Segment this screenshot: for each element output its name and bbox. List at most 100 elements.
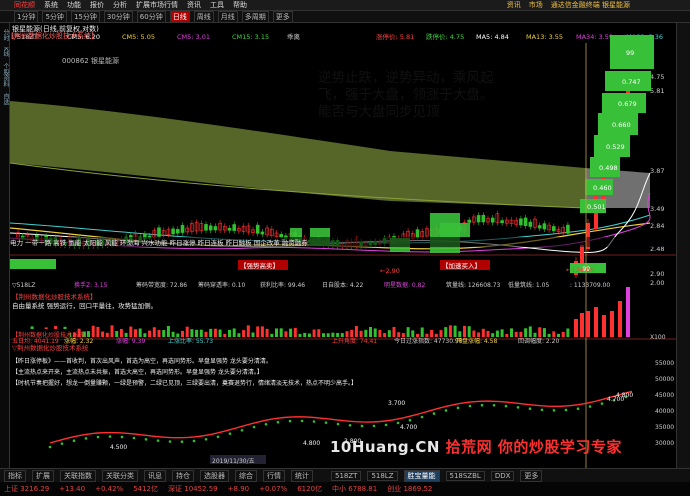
sidebar-label-custom[interactable]: 自选 — [1, 93, 10, 105]
sidebar-label-kline[interactable]: K线 — [1, 47, 10, 57]
vol-bar — [181, 330, 184, 337]
vol-bar — [533, 332, 537, 337]
vol-header-4: 获利比率: 99.46 — [260, 281, 305, 289]
bottom-tab-1[interactable]: 扩展 — [32, 469, 54, 482]
vol-bar — [162, 330, 166, 337]
lower-right-2: 开盘涨幅: 4.58 — [456, 337, 497, 345]
indicator-tab-3[interactable]: 518SZBL — [445, 470, 485, 481]
ticker-item-2: +0.42% — [95, 485, 124, 493]
lower-dot-22 — [180, 440, 184, 444]
vol-bar — [500, 329, 504, 337]
chart-overlay-title: 【荆州数据化炒股技术系统】 — [7, 32, 98, 40]
value-box-label-3: 0.660 — [612, 121, 631, 129]
lower-dot-36 — [264, 422, 268, 426]
menu-item-0[interactable]: 系统 — [44, 0, 58, 10]
vol-bar — [458, 331, 462, 337]
menu-right-item-0[interactable]: 资讯 — [507, 1, 521, 9]
menu-item-7[interactable]: 帮助 — [233, 0, 247, 10]
period-tab-8[interactable]: 多周期 — [241, 10, 269, 23]
lower-dot-0 — [48, 445, 52, 449]
value-box-label-0: 99 — [626, 49, 634, 57]
ticker-item-6: +0.07% — [259, 485, 288, 493]
menu-right-item-2[interactable]: 通达信金融终端 银星能源 — [551, 1, 630, 9]
vol-bar — [434, 333, 438, 337]
lower-left-3: 上涨比率: 55.73 — [168, 337, 213, 345]
indicator-tab-5[interactable]: 更多 — [520, 469, 543, 482]
period-tab-4[interactable]: 60分钟 — [136, 10, 166, 23]
lower-scale-5: 30000 — [655, 440, 674, 447]
vol-bar — [115, 330, 119, 337]
menu-right-item-1[interactable]: 市场 — [529, 1, 543, 9]
bottom-tab-4[interactable]: 讯息 — [144, 469, 166, 482]
indicator-tab-1[interactable]: 518LZ — [367, 470, 398, 481]
right-scroll-panel[interactable] — [676, 23, 690, 468]
candle-body — [490, 217, 495, 223]
vol-bar — [373, 328, 377, 337]
vol-header-0: ▽518LZ — [12, 282, 36, 289]
ticker-item-4: 深证 10452.59 — [168, 485, 218, 493]
menu-item-2[interactable]: 报价 — [90, 0, 104, 10]
vol-bar — [228, 329, 231, 337]
period-tab-5[interactable]: 日线 — [169, 10, 190, 23]
vol-rally-7 — [626, 287, 630, 337]
tag-accelerate-buy: 【加速买入】 — [442, 261, 481, 270]
vol-bar — [148, 330, 152, 337]
vol-bar — [463, 325, 466, 337]
lower-dot-64 — [432, 412, 436, 415]
period-tab-2[interactable]: 15分钟 — [70, 10, 100, 23]
vol-bar — [242, 330, 246, 337]
menu-item-5[interactable]: 资讯 — [187, 0, 201, 10]
bottom-tab-2[interactable]: 关联指数 — [60, 469, 96, 482]
candle-body — [500, 220, 504, 224]
menu-item-1[interactable]: 功能 — [67, 0, 81, 10]
ticker-item-0: 上证 3216.29 — [4, 485, 50, 493]
indicator-tab-0[interactable]: 518ZT — [331, 470, 362, 481]
vol-bar — [416, 333, 419, 337]
indicator-tab-2[interactable]: 胜宝量能 — [403, 469, 440, 482]
indicator-tab-bar: 指标 扩展 关联指数 关联分类 讯息 持仓 选股器 综合 行情 统计 518ZT 518LZ 胜宝量能 5… — [0, 468, 690, 482]
indicator-tab-4[interactable]: DDX — [490, 470, 515, 481]
vol-bar — [171, 331, 175, 337]
period-tab-9[interactable]: 更多 — [272, 10, 293, 23]
vol-bar — [467, 326, 471, 337]
theme-banner: 电力 一带一路 高铁 氢能 太阳能 风能 环渤海 兴水功能 昨日涨停 昨日连板 … — [10, 238, 308, 247]
sidebar-label-info[interactable]: 个股资料 — [1, 63, 10, 87]
vol-bar — [401, 333, 405, 337]
tag-strong-sell: 【强势高卖】 — [240, 261, 279, 270]
period-tab-7[interactable]: 月线 — [217, 10, 238, 23]
price-tick-2: 3.87 — [650, 167, 664, 175]
candle-body — [415, 229, 420, 239]
period-tab-0[interactable]: 1分钟 — [14, 10, 39, 23]
bottom-tab-3[interactable]: 关联分类 — [102, 469, 138, 482]
bottom-tab-0[interactable]: 指标 — [4, 469, 26, 482]
menu-item-3[interactable]: 分析 — [113, 0, 127, 10]
bottom-tab-8[interactable]: 行情 — [263, 469, 285, 482]
ticker-item-5: +8.90 — [227, 485, 250, 493]
lower-dot-24 — [192, 439, 196, 443]
period-tab-6[interactable]: 周线 — [193, 10, 214, 23]
ma-right-item-0: 涨停价: 5.81 — [376, 32, 414, 41]
vol-header-8: 低量筑线: 1.05 — [508, 281, 549, 289]
ma-right-item-1: 跌停价: 4.75 — [426, 32, 464, 41]
vol-bar — [557, 333, 560, 337]
vol-bar — [514, 331, 518, 337]
vol-bar — [519, 331, 523, 337]
period-tab-3[interactable]: 30分钟 — [103, 10, 133, 23]
lower-dot-54 — [372, 424, 376, 428]
menu-item-4[interactable]: 扩展市场行情 — [136, 0, 178, 10]
candle-body — [551, 226, 556, 232]
vol-bar — [430, 330, 434, 337]
vol-bar — [481, 328, 485, 337]
left-sidebar[interactable]: 分时 K线 个股资料 自选 — [0, 23, 10, 468]
bottom-tab-5[interactable]: 持仓 — [172, 469, 194, 482]
menu-item-6[interactable]: 工具 — [210, 0, 224, 10]
lower-note-2: 【时机节奏把握好，想龙一倒量赚颗，一绿是预警，二绿已见顶，三绿要出清，奠赛退势行… — [12, 379, 357, 387]
period-tab-1[interactable]: 5分钟 — [42, 10, 67, 23]
vol-bar — [251, 332, 255, 337]
bottom-tab-9[interactable]: 统计 — [291, 469, 313, 482]
candle-body — [171, 228, 175, 235]
vol-header-7: 筑量线: 126608.73 — [446, 281, 501, 289]
bottom-tab-7[interactable]: 综合 — [235, 469, 257, 482]
vol-rally-5 — [610, 311, 614, 337]
bottom-tab-6[interactable]: 选股器 — [200, 469, 229, 482]
